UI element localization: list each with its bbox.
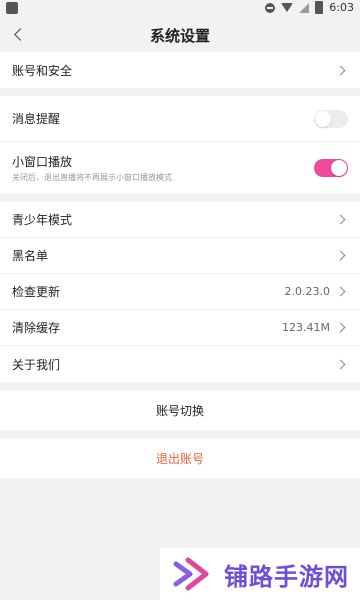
notifications-row: 消息提醒 xyxy=(0,96,360,142)
account-group: 账号和安全 xyxy=(0,52,360,88)
chevron-right-icon xyxy=(336,322,348,334)
blacklist-label: 黑名单 xyxy=(12,249,49,263)
check-update-row[interactable]: 检查更新 2.0.23.0 xyxy=(0,274,360,310)
chevron-right-icon xyxy=(336,286,348,298)
watermark: 铺路手游网 xyxy=(160,548,360,600)
watermark-logo-icon xyxy=(173,557,209,591)
mini-window-row: 小窗口播放 关闭后，退出直播将不再展示小窗口播放模式 xyxy=(0,142,360,194)
account-security-label: 账号和安全 xyxy=(12,63,73,78)
do-not-disturb-icon xyxy=(265,2,276,13)
check-update-label: 检查更新 xyxy=(12,285,61,299)
status-time: 6:03 xyxy=(329,1,354,14)
toggle-group: 消息提醒 小窗口播放 关闭后，退出直播将不再展示小窗口播放模式 xyxy=(0,96,360,194)
chevron-right-icon xyxy=(336,214,348,226)
wifi-icon xyxy=(281,3,294,12)
clear-cache-row[interactable]: 清除缓存 123.41M xyxy=(0,310,360,346)
status-icons: 6:03 xyxy=(265,1,354,14)
notifications-label: 消息提醒 xyxy=(12,112,61,126)
account-security-row[interactable]: 账号和安全 xyxy=(0,52,360,88)
settings-list: 青少年模式 黑名单 检查更新 2.0.23.0 清除缓存 123.41M 关于我… xyxy=(0,202,360,382)
toggle-knob xyxy=(315,110,331,127)
signal-icon xyxy=(299,2,310,13)
clear-cache-label: 清除缓存 xyxy=(12,321,61,335)
logout-button[interactable]: 退出账号 xyxy=(0,438,360,478)
mini-window-toggle[interactable] xyxy=(314,159,348,177)
switch-account-button[interactable]: 账号切换 xyxy=(0,390,360,430)
about-label: 关于我们 xyxy=(12,357,61,372)
battery-icon xyxy=(315,1,324,14)
notification-icon xyxy=(6,2,18,14)
about-row[interactable]: 关于我们 xyxy=(0,346,360,382)
watermark-text: 铺路手游网 xyxy=(224,562,349,591)
toggle-knob xyxy=(331,160,347,176)
chevron-right-icon xyxy=(336,250,348,262)
mini-window-subtitle: 关闭后，退出直播将不再展示小窗口播放模式 xyxy=(12,173,172,182)
teen-mode-row[interactable]: 青少年模式 xyxy=(0,202,360,238)
chevron-right-icon xyxy=(336,64,348,76)
cache-size-value: 123.41M xyxy=(282,321,330,334)
notifications-toggle[interactable] xyxy=(314,109,348,128)
page-title: 系统设置 xyxy=(149,27,210,45)
version-value: 2.0.23.0 xyxy=(284,285,330,298)
chevron-right-icon xyxy=(336,358,348,370)
header: 系统设置 xyxy=(0,16,360,52)
mini-window-label: 小窗口播放 xyxy=(12,155,73,169)
blacklist-row[interactable]: 黑名单 xyxy=(0,238,360,274)
status-bar: 6:03 xyxy=(0,0,360,16)
teen-mode-label: 青少年模式 xyxy=(12,213,73,227)
